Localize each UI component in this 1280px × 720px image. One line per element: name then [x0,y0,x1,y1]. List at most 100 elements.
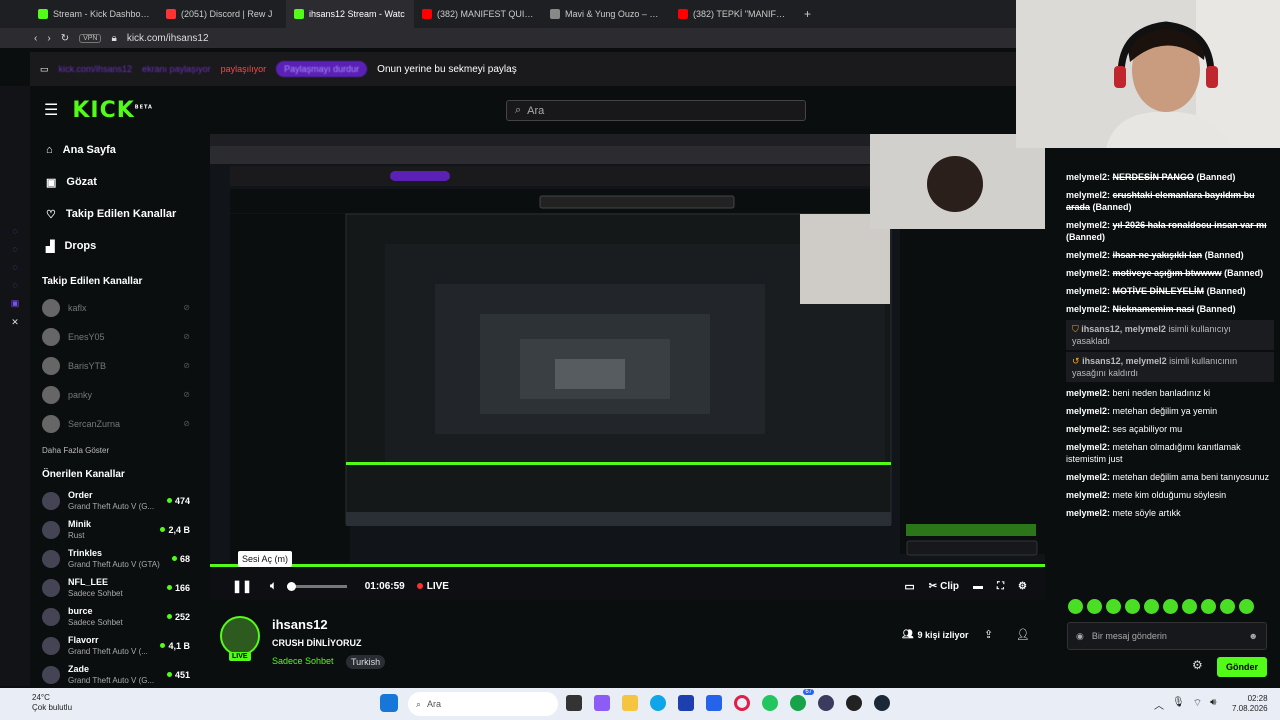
chat-message[interactable]: melymel2: metehan değilim ama beni tanıy… [1060,468,1280,486]
kick-logo[interactable]: KICKBETA [72,98,153,123]
browser-tab-active[interactable]: ihsans12 Stream - Watc [286,0,414,28]
chat-message[interactable]: melymel2: Nicknamemim nasi (Banned) [1060,300,1280,318]
chat-settings-icon[interactable]: ⚙︎ [1192,658,1203,672]
following-item[interactable]: EnesY05 ⊘ [30,322,200,351]
taskbar-search[interactable]: ⌕ Ara [408,692,558,716]
strip-icon[interactable]: ◌ [12,280,17,290]
send-button[interactable]: Gönder [1217,657,1267,677]
emote-icon[interactable] [1163,599,1178,614]
emoji-icon[interactable]: ☻ [1249,631,1258,641]
pip-icon[interactable]: ▭ [904,580,914,593]
task-view-icon[interactable] [566,695,582,711]
weather-widget[interactable]: 24°C Çok bulutlu [32,693,72,713]
vpn-badge[interactable]: VPN [79,33,102,43]
emote-icon[interactable] [1087,599,1102,614]
following-item[interactable]: kaflx ⊘ [30,293,200,322]
back-icon[interactable]: ‹ [34,33,37,44]
chat-message[interactable]: melymel2: motiveye aşığım btwwww (Banned… [1060,264,1280,282]
browser-tab[interactable]: (2051) Discord | Rew J [158,0,286,28]
channel-avatar[interactable] [220,616,260,656]
emote-icon[interactable] [1182,599,1197,614]
browser-tab[interactable]: Stream - Kick Dashboard [30,0,158,28]
emote-icon[interactable] [1068,599,1083,614]
recommended-item[interactable]: Zade Grand Theft Auto V (G... 451 [30,660,200,689]
x-icon[interactable]: ✕ [11,317,19,328]
player-progress-bar[interactable] [210,564,1045,567]
stop-sharing-button[interactable]: Paylaşmayı durdur [276,61,368,77]
opera-icon[interactable] [734,695,750,711]
outlook-icon[interactable] [706,695,722,711]
chat-message[interactable]: melymel2: ihsan ne yakışıklı lan (Banned… [1060,246,1280,264]
menu-icon[interactable]: ☰ [44,100,58,120]
chat-message[interactable]: melymel2: mete kim olduğumu söylesin [1060,486,1280,504]
nav-browse[interactable]: ▣ Gözat [30,166,200,198]
store-icon[interactable] [678,695,694,711]
recommended-item[interactable]: Order Grand Theft Auto V (G... 474 [30,486,200,515]
chat-message[interactable]: melymel2: metehan olmadığımı kanıtlamak … [1060,438,1280,468]
recommended-item[interactable]: Trinkles Grand Theft Auto V (GTA) 68 [30,544,200,573]
following-item[interactable]: BarisYTB ⊘ [30,351,200,380]
obs-icon[interactable] [818,695,834,711]
emote-icon[interactable] [1144,599,1159,614]
clip-button[interactable]: ✂︎ Clip [929,581,959,592]
emote-icon[interactable] [1201,599,1216,614]
theatre-icon[interactable]: ▬ [973,581,983,592]
spotify-icon[interactable] [762,695,778,711]
browser-tab[interactable]: Mavi & Yung Ouzo – MSG [542,0,670,28]
chat-message[interactable]: melymel2: metehan değilim ya yemin [1060,402,1280,420]
recommended-item[interactable]: Minik Rust 2,4 B [30,515,200,544]
taskbar-clock[interactable]: 02:28 7.08.2026 [1232,694,1268,714]
nav-following[interactable]: ♡ Takip Edilen Kanallar [30,198,200,230]
whatsapp-icon[interactable]: 67 [790,689,814,711]
strip-icon[interactable]: ◌ [12,226,17,236]
forward-icon[interactable]: › [47,33,50,44]
chat-message[interactable]: melymel2: mete söyle artıkk [1060,504,1280,522]
show-more-link[interactable]: Daha Fazla Göster [42,446,200,455]
app-icon[interactable] [594,695,610,711]
speaker-icon[interactable]: 🔊︎ [1210,697,1216,712]
follow-icon[interactable]: 👤︎ [1016,628,1030,641]
nav-drops[interactable]: ▟ Drops [30,230,200,262]
mic-icon[interactable]: 🎙︎ [1172,697,1185,712]
chat-message[interactable]: melymel2: crushtaki elemanlara bayıldım … [1060,186,1280,216]
emote-icon[interactable] [1106,599,1121,614]
recommended-item[interactable]: Flavorr Grand Theft Auto V (... 4,1 B [30,631,200,660]
fullscreen-icon[interactable]: ⛶ [997,581,1004,592]
emote-icon[interactable] [1220,599,1235,614]
search-input[interactable]: ⌕ Ara [506,100,806,121]
strip-icon[interactable]: ◌ [12,262,17,272]
chat-message[interactable]: melymel2: NERDESİN PANGO (Banned) [1060,168,1280,186]
chat-message[interactable]: melymel2: beni neden banladınız ki [1060,384,1280,402]
chat-message[interactable]: melymel2: ses açabiliyor mu [1060,420,1280,438]
edge-icon[interactable] [650,695,666,711]
language-tag[interactable]: Turkish [346,655,386,669]
recommended-item[interactable]: NFL_LEE Sadece Sohbet 166 [30,573,200,602]
pause-icon[interactable]: ❚❚ [232,579,252,593]
volume-icon[interactable]: 🔈︎ [270,580,277,593]
windows-start-icon[interactable] [380,694,398,712]
tray-chevron-icon[interactable]: ︿ [1154,697,1164,712]
wifi-icon[interactable]: ⌔ [1193,697,1202,712]
video-player[interactable] [210,134,1045,600]
reload-icon[interactable]: ↻ [61,33,69,44]
chat-message[interactable]: melymel2: yıl 2026 hala ronaldocu insan … [1060,216,1280,246]
chat-badge-icon[interactable]: ◉ [1076,631,1084,642]
url-field[interactable]: kick.com/ihsans12 [127,33,209,44]
channel-name[interactable]: ihsans12 [272,617,328,632]
nav-home[interactable]: ⌂ Ana Sayfa [30,134,200,166]
chat-message[interactable]: melymel2: MOTİVE DİNLEYELİM (Banned) [1060,282,1280,300]
browser-tab[interactable]: (382) MANIFEST QUIZ: Ge [414,0,542,28]
volume-slider[interactable] [286,581,347,591]
folder-icon[interactable] [622,695,638,711]
settings-icon[interactable]: ⚙︎ [1018,581,1027,592]
stream-category[interactable]: Sadece Sohbet [272,656,334,666]
strip-icon[interactable]: ◌ [12,244,17,254]
emote-icon[interactable] [1125,599,1140,614]
recommended-item[interactable]: burce Sadece Sohbet 252 [30,602,200,631]
steam-icon[interactable] [874,695,890,711]
emote-icon[interactable] [1239,599,1254,614]
twitch-icon[interactable]: ▣ [11,298,20,309]
following-item[interactable]: panky ⊘ [30,380,200,409]
following-item[interactable]: SercanZurna ⊘ [30,409,200,438]
share-this-tab-button[interactable]: Onun yerine bu sekmeyi paylaş [377,64,517,75]
